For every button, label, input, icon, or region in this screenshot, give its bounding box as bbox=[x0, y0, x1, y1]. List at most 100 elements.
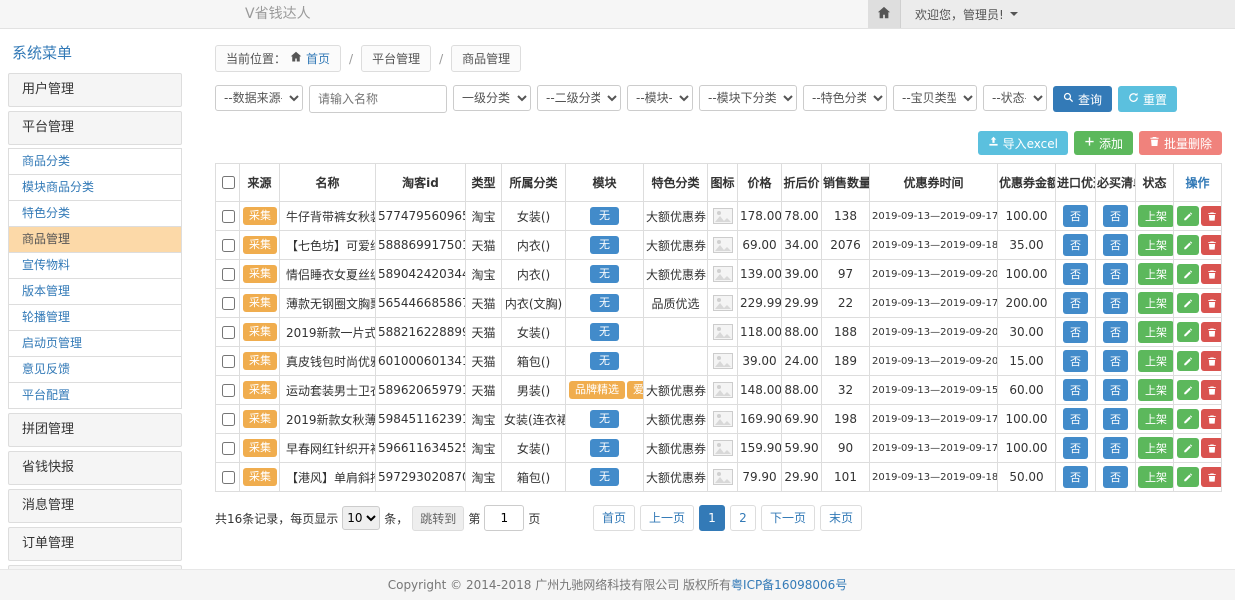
must-buy-button[interactable]: 否 bbox=[1103, 263, 1128, 285]
import-pick-button[interactable]: 否 bbox=[1063, 292, 1088, 314]
must-buy-button[interactable]: 否 bbox=[1103, 234, 1128, 256]
status-button[interactable]: 上架 bbox=[1138, 408, 1174, 430]
row-checkbox[interactable] bbox=[222, 471, 235, 484]
must-buy-button[interactable]: 否 bbox=[1103, 408, 1128, 430]
status-select[interactable]: --状态-- bbox=[983, 85, 1047, 111]
row-checkbox[interactable] bbox=[222, 297, 235, 310]
sidebar-item-9[interactable]: 启动页管理 bbox=[8, 330, 182, 357]
edit-button[interactable] bbox=[1177, 467, 1199, 487]
edit-button[interactable] bbox=[1177, 438, 1199, 458]
edit-button[interactable] bbox=[1177, 235, 1199, 255]
status-button[interactable]: 上架 bbox=[1138, 263, 1174, 285]
edit-button[interactable] bbox=[1177, 264, 1199, 284]
jump-page-input[interactable] bbox=[484, 505, 524, 531]
row-checkbox[interactable] bbox=[222, 268, 235, 281]
import-pick-button[interactable]: 否 bbox=[1063, 437, 1088, 459]
status-button[interactable]: 上架 bbox=[1138, 350, 1174, 372]
delete-button[interactable] bbox=[1201, 206, 1222, 226]
delete-button[interactable] bbox=[1201, 409, 1222, 429]
delete-button[interactable] bbox=[1201, 438, 1222, 458]
status-button[interactable]: 上架 bbox=[1138, 321, 1174, 343]
delete-button[interactable] bbox=[1201, 380, 1222, 400]
jump-button[interactable]: 跳转到 bbox=[412, 506, 464, 531]
sidebar-item-12[interactable]: 拼团管理 bbox=[8, 413, 182, 447]
row-checkbox[interactable] bbox=[222, 442, 235, 455]
breadcrumb-item-products[interactable]: 商品管理 bbox=[451, 45, 521, 72]
user-menu[interactable]: 欢迎您，管理员! bbox=[901, 0, 1235, 28]
sidebar-item-3[interactable]: 模块商品分类 bbox=[8, 174, 182, 201]
page-button-next[interactable]: 下一页 bbox=[761, 505, 815, 531]
import-pick-button[interactable]: 否 bbox=[1063, 350, 1088, 372]
edit-button[interactable] bbox=[1177, 351, 1199, 371]
delete-button[interactable] bbox=[1201, 235, 1222, 255]
name-input[interactable] bbox=[309, 85, 447, 113]
sidebar-item-1[interactable]: 平台管理 bbox=[8, 111, 182, 145]
must-buy-button[interactable]: 否 bbox=[1103, 292, 1128, 314]
import-pick-button[interactable]: 否 bbox=[1063, 263, 1088, 285]
delete-button[interactable] bbox=[1201, 293, 1222, 313]
status-button[interactable]: 上架 bbox=[1138, 205, 1174, 227]
page-button-last[interactable]: 末页 bbox=[820, 505, 862, 531]
must-buy-button[interactable]: 否 bbox=[1103, 379, 1128, 401]
sidebar-item-14[interactable]: 消息管理 bbox=[8, 489, 182, 523]
must-buy-button[interactable]: 否 bbox=[1103, 437, 1128, 459]
edit-button[interactable] bbox=[1177, 380, 1199, 400]
module-sub-category-select[interactable]: --模块下分类-- bbox=[699, 85, 797, 111]
row-checkbox[interactable] bbox=[222, 210, 235, 223]
row-checkbox[interactable] bbox=[222, 239, 235, 252]
page-button-page-2[interactable]: 2 bbox=[730, 505, 756, 531]
import-pick-button[interactable]: 否 bbox=[1063, 379, 1088, 401]
select-all-checkbox[interactable] bbox=[222, 176, 235, 189]
sidebar-item-11[interactable]: 平台配置 bbox=[8, 382, 182, 409]
import-excel-button[interactable]: 导入excel bbox=[978, 131, 1068, 155]
import-pick-button[interactable]: 否 bbox=[1063, 205, 1088, 227]
search-button[interactable]: 查询 bbox=[1053, 86, 1112, 112]
batch-delete-button[interactable]: 批量删除 bbox=[1139, 131, 1222, 155]
page-button-first[interactable]: 首页 bbox=[593, 505, 635, 531]
sidebar-item-8[interactable]: 轮播管理 bbox=[8, 304, 182, 331]
level1-category-select[interactable]: 一级分类 bbox=[453, 85, 531, 111]
add-button[interactable]: 添加 bbox=[1074, 131, 1133, 155]
must-buy-button[interactable]: 否 bbox=[1103, 350, 1128, 372]
module-select[interactable]: --模块-- bbox=[627, 85, 693, 111]
home-button[interactable] bbox=[868, 0, 901, 28]
sidebar-item-2[interactable]: 商品分类 bbox=[8, 148, 182, 175]
delete-button[interactable] bbox=[1201, 322, 1222, 342]
sidebar-item-0[interactable]: 用户管理 bbox=[8, 73, 182, 107]
data-source-select[interactable]: --数据来源-- bbox=[215, 85, 303, 111]
row-checkbox[interactable] bbox=[222, 384, 235, 397]
status-button[interactable]: 上架 bbox=[1138, 379, 1174, 401]
sidebar-item-4[interactable]: 特色分类 bbox=[8, 200, 182, 227]
sidebar-item-13[interactable]: 省钱快报 bbox=[8, 451, 182, 485]
sidebar-item-6[interactable]: 宣传物料 bbox=[8, 252, 182, 279]
import-pick-button[interactable]: 否 bbox=[1063, 234, 1088, 256]
breadcrumb-item-platform[interactable]: 平台管理 bbox=[361, 45, 431, 72]
edit-button[interactable] bbox=[1177, 293, 1199, 313]
row-checkbox[interactable] bbox=[222, 326, 235, 339]
item-type-select[interactable]: --宝贝类型-- bbox=[893, 85, 977, 111]
delete-button[interactable] bbox=[1201, 467, 1222, 487]
sidebar-item-5[interactable]: 商品管理 bbox=[8, 226, 182, 253]
icp-link[interactable]: 粤ICP备16098006号 bbox=[731, 578, 847, 592]
status-button[interactable]: 上架 bbox=[1138, 292, 1174, 314]
row-checkbox[interactable] bbox=[222, 413, 235, 426]
import-pick-button[interactable]: 否 bbox=[1063, 321, 1088, 343]
delete-button[interactable] bbox=[1201, 264, 1222, 284]
must-buy-button[interactable]: 否 bbox=[1103, 466, 1128, 488]
edit-button[interactable] bbox=[1177, 409, 1199, 429]
edit-button[interactable] bbox=[1177, 206, 1199, 226]
page-button-prev[interactable]: 上一页 bbox=[640, 505, 694, 531]
reset-button[interactable]: 重置 bbox=[1118, 86, 1177, 112]
breadcrumb-home-link[interactable]: 首页 bbox=[306, 50, 330, 67]
sidebar-item-7[interactable]: 版本管理 bbox=[8, 278, 182, 305]
delete-button[interactable] bbox=[1201, 351, 1222, 371]
sidebar-item-10[interactable]: 意见反馈 bbox=[8, 356, 182, 383]
level2-category-select[interactable]: --二级分类-- bbox=[537, 85, 621, 111]
sidebar-item-15[interactable]: 订单管理 bbox=[8, 527, 182, 561]
must-buy-button[interactable]: 否 bbox=[1103, 321, 1128, 343]
status-button[interactable]: 上架 bbox=[1138, 466, 1174, 488]
status-button[interactable]: 上架 bbox=[1138, 437, 1174, 459]
per-page-select[interactable]: 10 bbox=[342, 506, 380, 530]
page-button-page-1[interactable]: 1 bbox=[699, 505, 725, 531]
edit-button[interactable] bbox=[1177, 322, 1199, 342]
